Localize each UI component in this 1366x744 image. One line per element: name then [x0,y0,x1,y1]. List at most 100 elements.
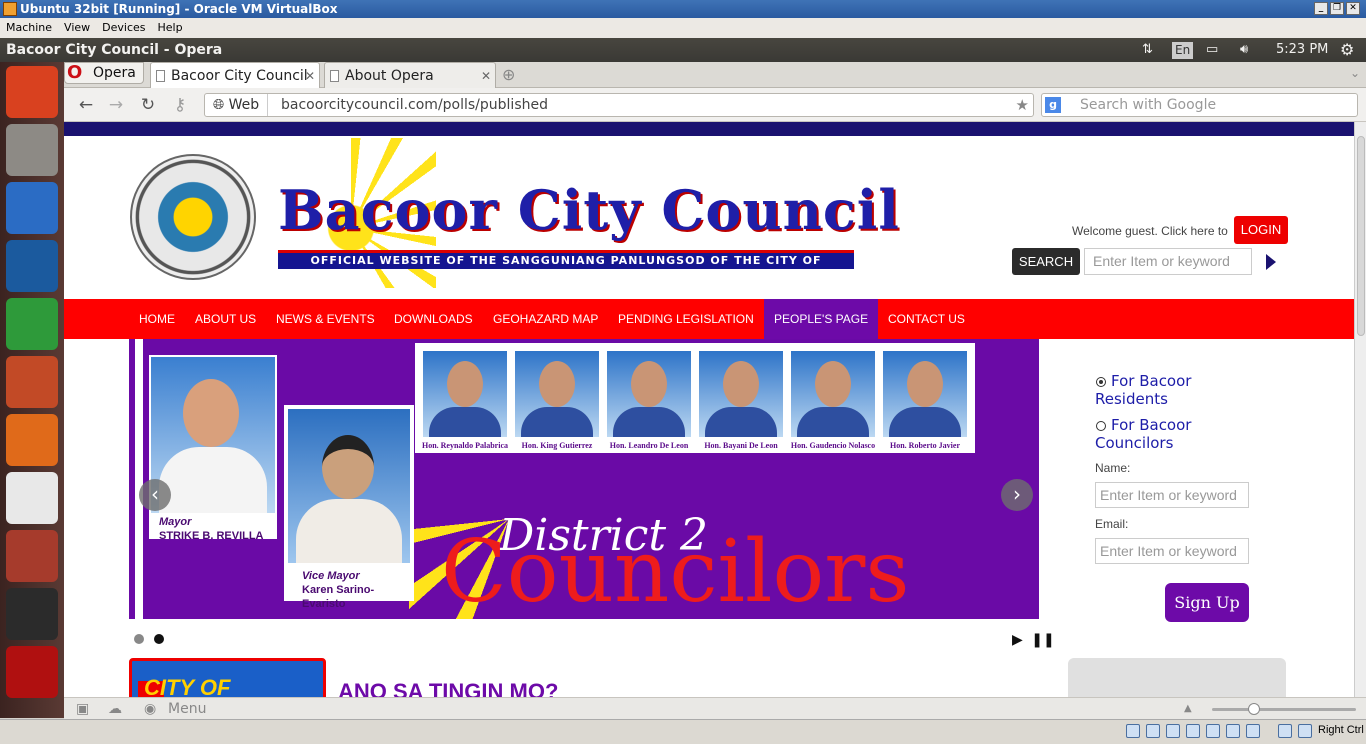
opera-menu-button[interactable]: O Opera [64,62,144,84]
scrollbar-thumb[interactable] [1357,136,1365,336]
unity-launcher [0,62,64,718]
login-button[interactable]: LOGIN [1234,216,1288,244]
page-icon [330,70,339,82]
slider-dot-active[interactable] [154,634,164,644]
system-settings-icon[interactable] [6,530,58,582]
files-icon[interactable] [6,124,58,176]
browser-search-field[interactable]: g Search with Google [1041,93,1358,117]
sign-up-button[interactable]: Sign Up [1165,583,1249,622]
pause-icon[interactable]: ❚❚ [1031,632,1054,648]
councilor-photo [607,351,691,437]
nav-peoples-page[interactable]: PEOPLE'S PAGE [764,299,879,339]
back-icon[interactable]: ← [74,94,98,116]
nav-about-us[interactable]: ABOUT US [185,299,266,339]
nav-downloads[interactable]: DOWNLOADS [384,299,483,339]
forward-icon[interactable]: → [104,94,128,116]
name-input[interactable]: Enter Item or keyword [1095,482,1249,508]
play-icon[interactable]: ▶ [1012,632,1023,648]
cpu-icon[interactable] [1278,724,1292,738]
usb-icon[interactable] [1166,724,1180,738]
tab-bacoor[interactable]: Bacoor City Council ✕ [150,62,320,88]
panel-toggle-icon[interactable]: ▣ [76,698,89,720]
slider-prev-icon[interactable]: ‹ [139,479,171,511]
web-badge[interactable]: 🌐︎ Web [213,94,269,116]
menu-view[interactable]: View [58,18,96,38]
key-icon[interactable]: ⚷ [168,94,192,116]
vice-mayor-name: Karen Sarino-Evaristo [302,584,375,610]
dash-home-icon[interactable] [6,66,58,118]
new-tab-icon[interactable]: ⊕ [502,65,515,84]
menu-help[interactable]: Help [152,18,189,38]
zoom-slider[interactable] [1212,703,1356,715]
councilor-photo [423,351,507,437]
councilor-name: Hon. Leandro De Leon [609,441,689,450]
site-search-button[interactable]: SEARCH [1012,248,1080,275]
mouse-integration-icon[interactable] [1298,724,1312,738]
nav-contact-us[interactable]: CONTACT US [878,299,975,339]
google-icon[interactable]: g [1045,97,1061,113]
search-go-arrow-icon[interactable] [1266,254,1276,270]
main-nav: HOME ABOUT US NEWS & EVENTS DOWNLOADS GE… [64,299,1354,339]
url-field[interactable]: 🌐︎ Web bacoorcitycouncil.com/polls/publi… [204,93,1034,117]
reload-icon[interactable]: ↻ [136,94,160,116]
tab-menu-chevron-icon[interactable]: ⌄ [1350,66,1360,80]
nav-home[interactable]: HOME [129,299,185,339]
city-seal-logo [130,154,256,280]
nav-pending-legislation[interactable]: PENDING LEGISLATION [608,299,764,339]
tab-about-opera[interactable]: About Opera ✕ [324,62,496,88]
zoom-slider-knob[interactable] [1248,703,1260,715]
tab-label: About Opera [345,68,434,84]
cloud-icon[interactable]: ☁ [108,698,122,720]
vice-mayor-photo [288,409,410,563]
network-icon[interactable]: ⇅ [1142,38,1153,62]
menu-machine[interactable]: Machine [0,18,58,38]
clock[interactable]: 5:23 PM [1276,38,1328,62]
web-label: Web [228,97,260,113]
site-search-input[interactable]: Enter Item or keyword [1084,248,1252,275]
close-tab-icon[interactable]: ✕ [481,63,491,89]
speeddial-icon[interactable]: ◉ [144,698,156,720]
slider-controls: ▶ ❚❚ [1012,632,1055,648]
cd-icon[interactable] [1146,724,1160,738]
close-tab-icon[interactable]: ✕ [305,63,315,89]
web-page: Bacoor City Council OFFICIAL WEBSITE OF … [64,122,1354,697]
site-logo-subtitle: OFFICIAL WEBSITE OF THE SANGGUNIANG PANL… [278,250,854,283]
zoom-up-icon[interactable]: ▲ [1184,698,1192,720]
menu-devices[interactable]: Devices [96,18,151,38]
firefox-icon[interactable] [6,182,58,234]
volume-icon[interactable]: 🔊︎ [1240,38,1248,62]
calc-icon[interactable] [6,298,58,350]
page-icon [156,70,165,82]
slider-dot[interactable] [134,634,144,644]
councilor-name: Hon. Bayani De Leon [704,441,778,450]
display-icon[interactable] [1206,724,1220,738]
radio-residents-label[interactable]: For Bacoor Residents [1095,372,1245,408]
virtualbox-statusbar: Right Ctrl [0,719,1366,744]
amazon-icon[interactable] [6,472,58,524]
close-icon[interactable]: ✕ [1346,2,1360,15]
city-banner-image[interactable]: CITY OF [129,658,326,697]
software-center-icon[interactable] [6,414,58,466]
status-menu[interactable]: Menu [168,698,206,720]
terminal-icon[interactable] [6,588,58,640]
virtualbox-menubar: Machine View Devices Help [0,18,1366,38]
impress-icon[interactable] [6,356,58,408]
battery-icon[interactable]: ▭ [1206,38,1218,62]
slider-next-icon[interactable]: › [1001,479,1033,511]
email-input[interactable]: Enter Item or keyword [1095,538,1249,564]
recording-icon[interactable] [1246,724,1260,738]
page-scrollbar[interactable] [1354,122,1366,697]
keyboard-indicator[interactable]: En [1172,42,1194,59]
nav-geohazard-map[interactable]: GEOHAZARD MAP [483,299,608,339]
restore-icon[interactable]: ❐ [1330,2,1344,15]
opera-icon[interactable] [6,646,58,698]
radio-councilors-label[interactable]: For Bacoor Councilors [1095,416,1245,452]
minimize-icon[interactable]: _ [1314,2,1328,15]
gear-icon[interactable]: ⚙ [1340,38,1354,62]
bookmark-star-icon[interactable]: ★ [1016,94,1029,116]
hdd-icon[interactable] [1126,724,1140,738]
network-adapter-icon[interactable] [1226,724,1240,738]
nav-news-events[interactable]: NEWS & EVENTS [266,299,385,339]
writer-icon[interactable] [6,240,58,292]
shared-folder-icon[interactable] [1186,724,1200,738]
